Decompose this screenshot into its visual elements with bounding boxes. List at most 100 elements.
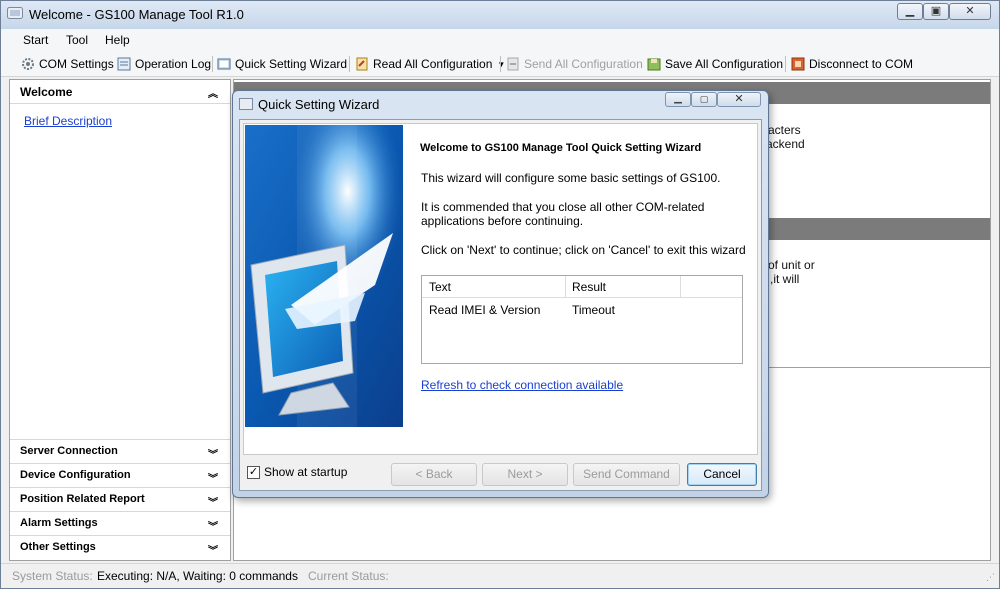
monitor-illustration [245,125,403,427]
content-text: of unit or [768,258,815,272]
menu-bar: Start Tool Help [1,29,999,51]
chevron-down-icon: ︾ [208,474,218,485]
disconnect-button[interactable]: Disconnect to COM [791,55,913,73]
sidebar-item-position-related-report[interactable]: Position Related Report ︾ [10,487,230,511]
table-cell-text: Read IMEI & Version [429,303,541,317]
quick-wizard-label: Quick Setting Wizard [235,57,348,71]
column-header-text[interactable]: Text [429,280,451,294]
cancel-button[interactable]: Cancel [687,463,757,486]
chevron-down-icon: ︾ [208,546,218,557]
dialog-title: Quick Setting Wizard [258,97,380,112]
sidebar-item-label: Position Related Report [20,493,145,505]
sidebar-item-other-settings[interactable]: Other Settings ︾ [10,535,230,559]
table-cell-result: Timeout [572,303,615,317]
save-all-button[interactable]: Save All Configuration [647,55,783,73]
send-all-label: Send All Configuration [524,57,643,71]
wizard-icon [217,58,231,70]
check-icon: ✓ [248,466,259,478]
show-at-startup-label[interactable]: Show at startup [264,465,347,479]
next-button[interactable]: Next > [482,463,568,486]
menu-start[interactable]: Start [23,33,48,47]
maximize-icon: ▢ [699,94,709,104]
table-header: Text Result [422,276,742,298]
app-icon [7,7,23,19]
content-text: ,it will [770,272,800,286]
log-icon [117,57,131,71]
executing-status: Executing: N/A, Waiting: 0 commands [97,569,298,583]
show-at-startup-checkbox[interactable]: ✓ [247,466,260,479]
minimize-icon: ▁ [674,93,682,104]
maximize-button[interactable]: ▣ [923,3,949,20]
window-title: Welcome - GS100 Manage Tool R1.0 [29,7,244,22]
sidebar-header-welcome[interactable]: Welcome ︽ [10,80,230,104]
dialog-minimize-button[interactable]: ▁ [665,92,691,107]
back-button[interactable]: < Back [391,463,477,486]
title-bar: Welcome - GS100 Manage Tool R1.0 ▁ ▣ ✕ [1,1,999,29]
wizard-heading: Welcome to GS100 Manage Tool Quick Setti… [420,142,702,154]
sidebar-item-label: Server Connection [20,445,118,457]
menu-help[interactable]: Help [105,33,130,47]
close-button[interactable]: ✕ [949,3,991,20]
quick-wizard-button[interactable]: Quick Setting Wizard [217,55,347,73]
chevron-down-icon: ︾ [208,522,218,533]
result-table: Text Result Read IMEI & Version Timeout [421,275,743,364]
gear-icon [22,58,34,70]
dialog-app-icon [239,98,253,110]
wizard-text-intro: This wizard will configure some basic se… [421,171,721,185]
dropdown-arrow-icon[interactable]: ▼ [497,60,505,69]
close-icon: ✕ [734,93,744,105]
close-icon: ✕ [965,5,975,17]
read-all-label: Read All Configuration [373,57,493,71]
column-divider[interactable] [680,276,681,297]
read-all-button[interactable]: Read All Configuration ▼ [355,55,505,73]
brief-description-link[interactable]: Brief Description [24,114,112,128]
toolbar-separator [349,56,350,72]
disconnect-label: Disconnect to COM [809,57,914,71]
system-status-label: System Status: [12,569,93,583]
sidebar-header-label: Welcome [20,85,73,99]
wizard-text-warning: It is commended that you close all other… [421,200,705,228]
operation-log-label: Operation Log [135,57,212,71]
quick-setting-wizard-dialog: Quick Setting Wizard ▁ ▢ ✕ Welcome to GS… [232,90,769,498]
send-command-button[interactable]: Send Command [573,463,680,486]
sidebar: Welcome ︽ Brief Description Server Conne… [9,79,231,561]
chevron-down-icon: ︾ [208,450,218,461]
read-icon [356,57,368,71]
minimize-icon: ▁ [905,5,915,17]
chevron-up-icon[interactable]: ︽ [208,85,218,100]
menu-tool[interactable]: Tool [66,33,88,47]
sidebar-item-device-configuration[interactable]: Device Configuration ︾ [10,463,230,487]
toolbar-separator [785,56,786,72]
toolbar-separator [500,56,501,72]
chevron-down-icon: ︾ [208,498,218,509]
sidebar-item-server-connection[interactable]: Server Connection ︾ [10,439,230,463]
send-all-button[interactable]: Send All Configuration [506,55,643,73]
minimize-button[interactable]: ▁ [897,3,923,20]
toolbar-separator [212,56,213,72]
sidebar-item-label: Alarm Settings [20,517,98,529]
refresh-link[interactable]: Refresh to check connection available [421,378,623,392]
toolbar: COM Settings Operation Log Quick Setting… [1,51,999,77]
resize-grip-icon[interactable]: ⋰ [986,572,995,583]
column-header-result[interactable]: Result [572,280,606,294]
column-divider[interactable] [565,276,566,297]
send-icon [507,57,519,71]
dialog-maximize-button[interactable]: ▢ [691,92,717,107]
restore-icon: ▣ [930,5,942,17]
com-settings-label: COM Settings [39,57,114,71]
wizard-text-instructions: Click on 'Next' to continue; click on 'C… [421,243,746,257]
content-text: ackend [766,137,805,151]
dialog-body: Welcome to GS100 Manage Tool Quick Setti… [239,119,762,491]
sidebar-item-label: Other Settings [20,541,96,553]
dialog-close-button[interactable]: ✕ [717,92,761,107]
disconnect-icon [791,57,805,71]
sidebar-item-alarm-settings[interactable]: Alarm Settings ︾ [10,511,230,535]
current-status-label: Current Status: [308,569,389,583]
status-bar: System Status: Executing: N/A, Waiting: … [1,563,999,588]
operation-log-button[interactable]: Operation Log [117,55,211,73]
save-icon [647,58,661,71]
save-all-label: Save All Configuration [665,57,784,71]
com-settings-button[interactable]: COM Settings [21,55,114,73]
sidebar-item-label: Device Configuration [20,469,131,481]
wizard-page: Welcome to GS100 Manage Tool Quick Setti… [243,123,758,455]
